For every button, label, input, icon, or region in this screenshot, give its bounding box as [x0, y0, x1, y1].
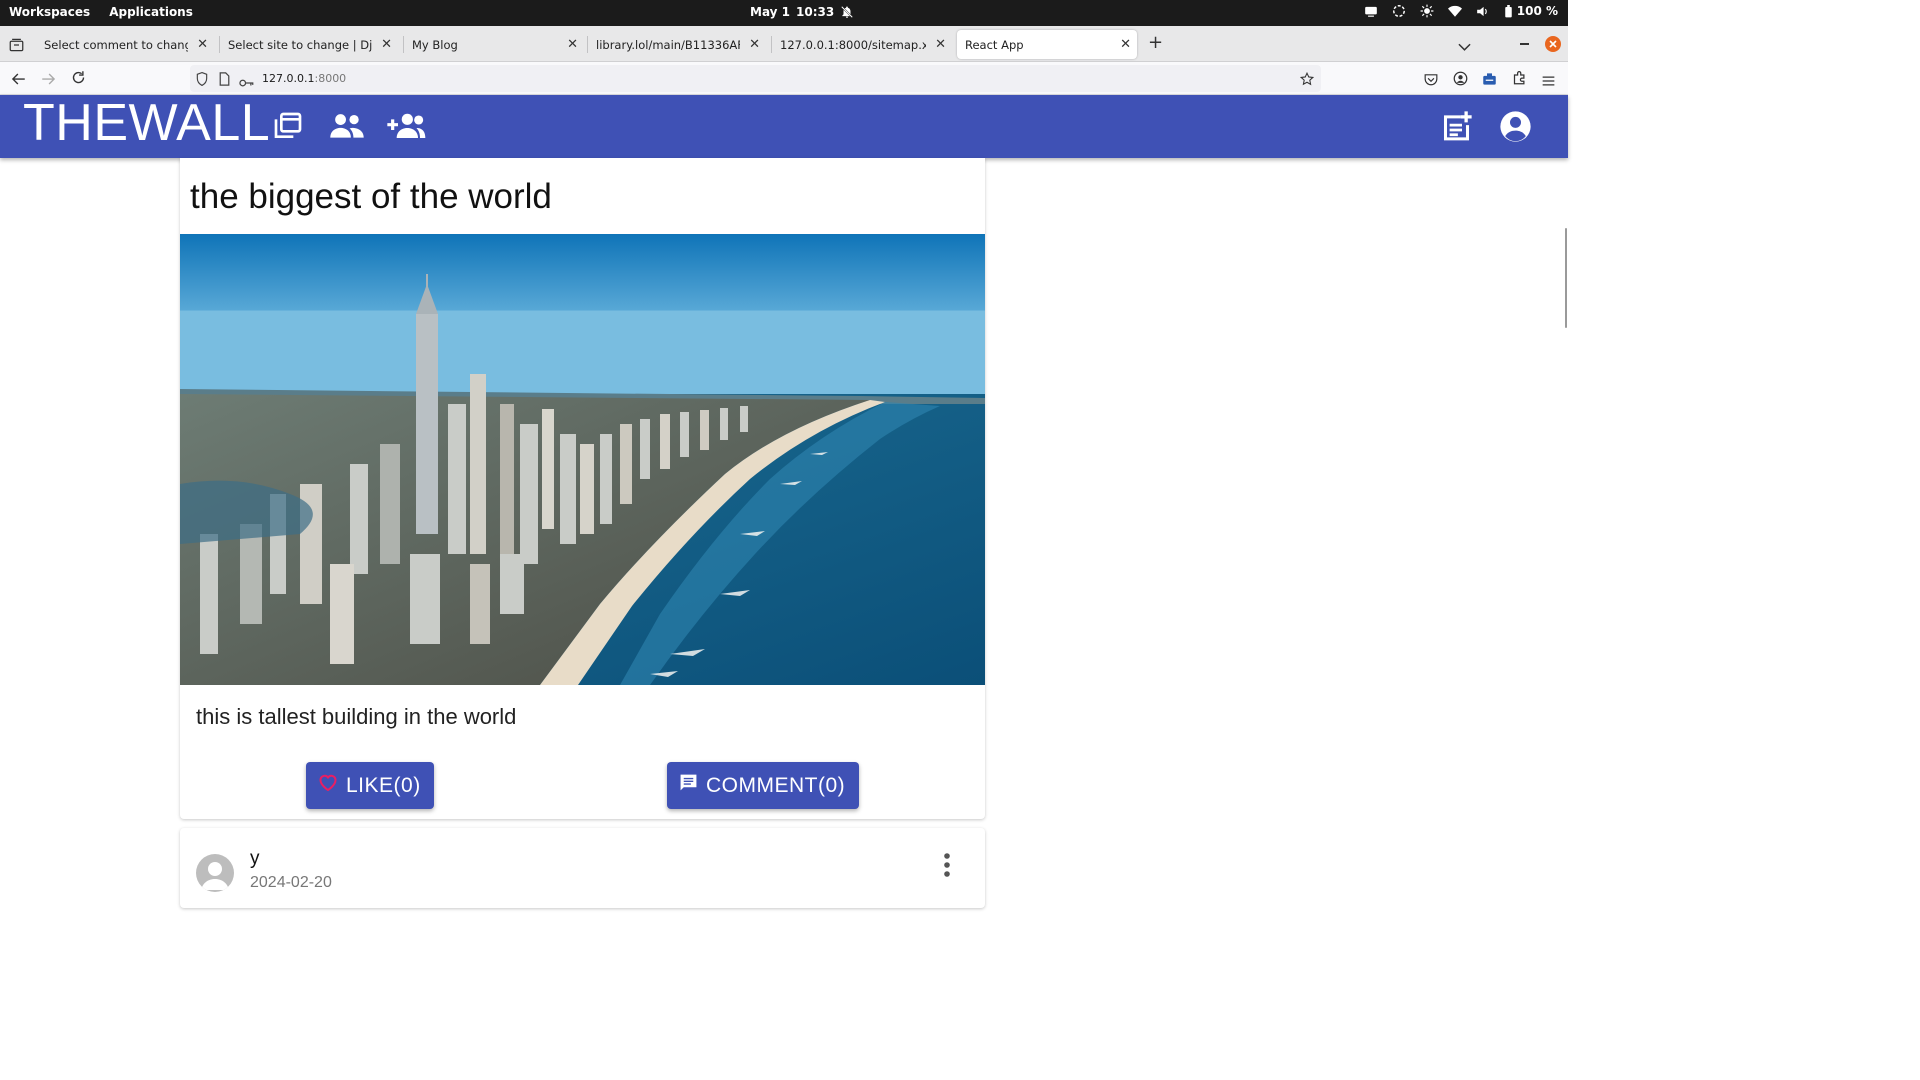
battery-icon	[1504, 4, 1513, 18]
more-options-icon[interactable]	[944, 853, 950, 883]
screen-share-icon[interactable]	[1364, 5, 1378, 18]
tray-app-icon[interactable]	[1392, 4, 1406, 18]
page-info-icon[interactable]	[219, 71, 230, 90]
os-top-bar: Workspaces Applications May 1 10:33 100 …	[0, 0, 1568, 26]
notifications-muted-icon	[840, 5, 854, 19]
extensions-puzzle-icon[interactable]	[1512, 70, 1527, 89]
app-menu-icon[interactable]	[1542, 72, 1555, 91]
tab-close-icon[interactable]: ✕	[935, 38, 946, 51]
extension-blue-icon[interactable]	[1482, 71, 1497, 90]
post-body: this is tallest building in the world	[196, 704, 517, 729]
comment-icon	[679, 773, 698, 798]
tab-label: Select comment to change | Django site a…	[44, 37, 188, 52]
key-icon[interactable]	[239, 73, 254, 92]
tab-my-blog[interactable]: My Blog ✕	[403, 30, 584, 59]
close-window-button[interactable]	[1545, 36, 1561, 52]
posts-icon[interactable]	[272, 110, 304, 146]
url-host: 127.0.0.1	[262, 72, 315, 85]
tab-django-comments[interactable]: Select comment to change | Django site a…	[36, 30, 214, 59]
url-port: :8000	[314, 72, 347, 85]
date-label: May 1	[750, 5, 791, 19]
scrollbar[interactable]	[1565, 228, 1567, 328]
list-tabs-chevron-icon[interactable]	[1458, 37, 1471, 56]
tab-label: library.lol/main/B11336AF58D5	[596, 37, 740, 52]
url-text[interactable]: 127.0.0.1:8000	[262, 72, 346, 85]
bookmark-star-icon[interactable]	[1299, 71, 1315, 90]
post-card: the biggest of the world this is tallest…	[180, 158, 985, 819]
tab-label: React App	[965, 37, 1024, 52]
post-date: 2024-02-20	[250, 874, 332, 891]
battery-indicator[interactable]: 100 %	[1504, 4, 1558, 18]
shield-icon[interactable]	[196, 71, 208, 90]
volume-icon[interactable]	[1476, 5, 1490, 18]
comment-label: COMMENT(0)	[706, 773, 846, 797]
tab-django-sites[interactable]: Select site to change | Django site admi…	[219, 30, 398, 59]
next-post-card: y 2024-02-20	[180, 828, 985, 908]
forward-button[interactable]	[41, 71, 56, 90]
pocket-icon[interactable]	[1424, 71, 1438, 90]
url-bar[interactable]: 127.0.0.1:8000	[190, 65, 1321, 92]
tab-label: Select site to change | Django site admi…	[228, 37, 372, 52]
post-image[interactable]	[180, 234, 985, 685]
avatar[interactable]	[196, 854, 234, 892]
like-label: LIKE(0)	[346, 773, 421, 797]
heart-icon	[318, 773, 338, 798]
browser-tab-strip: Select comment to change | Django site a…	[0, 26, 1568, 62]
tab-label: 127.0.0.1:8000/sitemap.xml	[780, 37, 926, 52]
wifi-icon[interactable]	[1447, 5, 1462, 18]
tab-library[interactable]: library.lol/main/B11336AF58D5 ✕	[587, 30, 766, 59]
tab-label: My Blog	[412, 37, 458, 52]
comment-button[interactable]: COMMENT(0)	[667, 762, 859, 809]
account-circle-icon[interactable]	[1499, 110, 1532, 147]
tab-react-app[interactable]: React App ✕	[957, 30, 1137, 59]
tab-close-icon[interactable]: ✕	[749, 38, 760, 51]
tab-close-icon[interactable]: ✕	[197, 38, 208, 51]
new-post-icon[interactable]	[1440, 110, 1473, 147]
back-button[interactable]	[11, 71, 26, 90]
tab-close-icon[interactable]: ✕	[1120, 38, 1131, 51]
friends-icon[interactable]	[329, 110, 365, 146]
tab-close-icon[interactable]: ✕	[381, 38, 392, 51]
post-author: y	[250, 848, 260, 869]
account-icon[interactable]	[1453, 71, 1468, 90]
reload-button[interactable]	[71, 70, 86, 89]
workspaces-menu[interactable]: Workspaces	[9, 5, 90, 19]
clock[interactable]: May 1 10:33	[750, 5, 854, 19]
battery-label: 100 %	[1516, 4, 1558, 18]
tab-sitemap[interactable]: 127.0.0.1:8000/sitemap.xml ✕	[771, 30, 952, 59]
like-button[interactable]: LIKE(0)	[306, 762, 434, 809]
app-header: THEWALL	[0, 93, 1568, 158]
tab-overview-icon[interactable]	[9, 37, 24, 56]
brightness-icon[interactable]	[1420, 4, 1434, 18]
new-tab-button[interactable]: +	[1148, 32, 1163, 53]
time-label: 10:33	[796, 5, 835, 19]
app-title[interactable]: THEWALL	[23, 93, 270, 153]
browser-nav-bar: 127.0.0.1:8000	[0, 62, 1568, 95]
minimize-window-button[interactable]	[1520, 43, 1529, 45]
post-title: the biggest of the world	[190, 177, 552, 216]
tab-close-icon[interactable]: ✕	[567, 38, 578, 51]
applications-menu[interactable]: Applications	[109, 5, 193, 19]
add-friend-icon[interactable]	[386, 110, 426, 146]
